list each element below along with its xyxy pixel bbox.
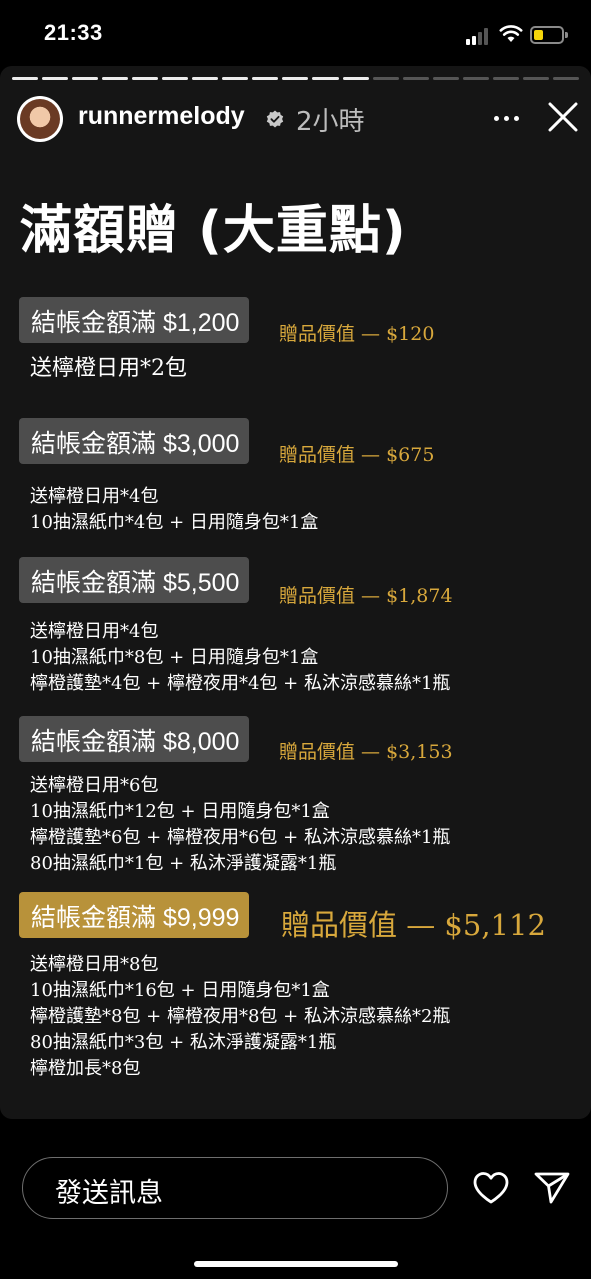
tier-item: 檸橙加長*8包	[30, 1058, 141, 1079]
story-progress-segment	[192, 77, 219, 80]
tier-3-threshold: 結帳金額滿 $5,500	[19, 557, 250, 603]
story-progress-segment	[312, 77, 339, 80]
avatar[interactable]	[17, 96, 63, 142]
tier-item: 檸橙護墊*4包 + 檸橙夜用*4包 + 私沐涼感慕絲*1瓶	[30, 673, 451, 694]
status-time: 21:33	[44, 20, 103, 45]
cellular-signal-icon	[466, 27, 492, 45]
tier-3-items: 送檸橙日用*4包 10抽濕紙巾*8包 + 日用隨身包*1盒 檸橙護墊*4包 + …	[30, 619, 450, 697]
story-progress-segment	[222, 77, 249, 80]
story-headline: 滿額贈 (大重點)	[20, 201, 407, 261]
tier-5-items: 送檸橙日用*8包 10抽濕紙巾*16包 + 日用隨身包*1盒 檸橙護墊*8包 +…	[30, 952, 450, 1082]
wifi-icon	[499, 25, 523, 42]
tier-4-gift-value: 贈品價值 — $3,153	[279, 741, 453, 763]
tier-3-gift-value: 贈品價值 — $1,874	[279, 585, 453, 607]
story-progress-segment	[402, 77, 429, 80]
tier-item: 10抽濕紙巾*12包 + 日用隨身包*1盒	[30, 801, 330, 822]
home-indicator	[194, 1261, 398, 1267]
tier-item: 80抽濕紙巾*1包 + 私沐淨護凝露*1瓶	[30, 853, 337, 874]
story-progress-segment	[42, 77, 69, 80]
send-message-input[interactable]: 發送訊息	[22, 1157, 448, 1219]
tier-item: 80抽濕紙巾*3包 + 私沐淨護凝露*1瓶	[30, 1032, 337, 1053]
story-progress-segment	[102, 77, 129, 80]
tier-1-items: 送檸橙日用*2包	[30, 354, 187, 384]
tier-4-items: 送檸橙日用*6包 10抽濕紙巾*12包 + 日用隨身包*1盒 檸橙護墊*6包 +…	[30, 773, 450, 877]
tier-2-gift-value: 贈品價值 — $675	[279, 444, 435, 466]
status-bar: 21:33	[0, 0, 591, 66]
close-icon[interactable]	[546, 100, 580, 134]
tier-2-threshold: 結帳金額滿 $3,000	[19, 418, 250, 464]
story-progress-segment	[162, 77, 189, 80]
tier-item: 檸橙護墊*8包 + 檸橙夜用*8包 + 私沐涼感慕絲*2瓶	[30, 1006, 451, 1027]
more-dots-icon[interactable]	[494, 106, 520, 132]
tier-item: 送檸橙日用*2包	[30, 356, 187, 381]
story-progress-bar	[12, 77, 579, 81]
send-message-placeholder: 發送訊息	[55, 1178, 163, 1209]
story-progress-segment	[462, 77, 489, 80]
tier-item: 檸橙護墊*6包 + 檸橙夜用*6包 + 私沐涼感慕絲*1瓶	[30, 827, 451, 848]
story-progress-segment	[372, 77, 399, 80]
story-progress-segment	[132, 77, 159, 80]
tier-item: 10抽濕紙巾*8包 + 日用隨身包*1盒	[30, 647, 319, 668]
tier-2-items: 送檸橙日用*4包 10抽濕紙巾*4包 + 日用隨身包*1盒	[30, 484, 318, 536]
tier-item: 10抽濕紙巾*16包 + 日用隨身包*1盒	[30, 980, 330, 1001]
verified-badge-icon	[266, 110, 284, 128]
story-card[interactable]: runnermelody 2小時 滿額贈 (大重點) 結帳金額滿 $1,200 …	[0, 66, 591, 1119]
story-progress-segment	[282, 77, 309, 80]
story-progress-segment	[432, 77, 459, 80]
tier-4-threshold: 結帳金額滿 $8,000	[19, 716, 250, 762]
tier-item: 送檸橙日用*6包	[30, 775, 159, 796]
tier-item: 10抽濕紙巾*4包 + 日用隨身包*1盒	[30, 512, 319, 533]
username[interactable]: runnermelody	[78, 102, 245, 131]
battery-icon	[530, 26, 568, 44]
story-progress-segment	[522, 77, 549, 80]
tier-5-gift-value: 贈品價值 — $5,112	[281, 908, 546, 942]
story-progress-segment	[72, 77, 99, 80]
tier-item: 送檸橙日用*4包	[30, 621, 159, 642]
story-progress-segment	[552, 77, 579, 80]
story-progress-segment	[12, 77, 39, 80]
tier-5-threshold: 結帳金額滿 $9,999	[19, 892, 250, 938]
tier-1-threshold: 結帳金額滿 $1,200	[19, 297, 250, 343]
story-progress-segment	[252, 77, 279, 80]
tier-item: 送檸橙日用*4包	[30, 486, 159, 507]
tier-item: 送檸橙日用*8包	[30, 954, 159, 975]
story-progress-segment	[342, 77, 369, 80]
tier-1-gift-value: 贈品價值 — $120	[279, 323, 435, 345]
post-time: 2小時	[296, 107, 365, 137]
heart-icon[interactable]	[472, 1170, 510, 1206]
send-icon[interactable]	[533, 1170, 571, 1206]
story-progress-segment	[492, 77, 519, 80]
